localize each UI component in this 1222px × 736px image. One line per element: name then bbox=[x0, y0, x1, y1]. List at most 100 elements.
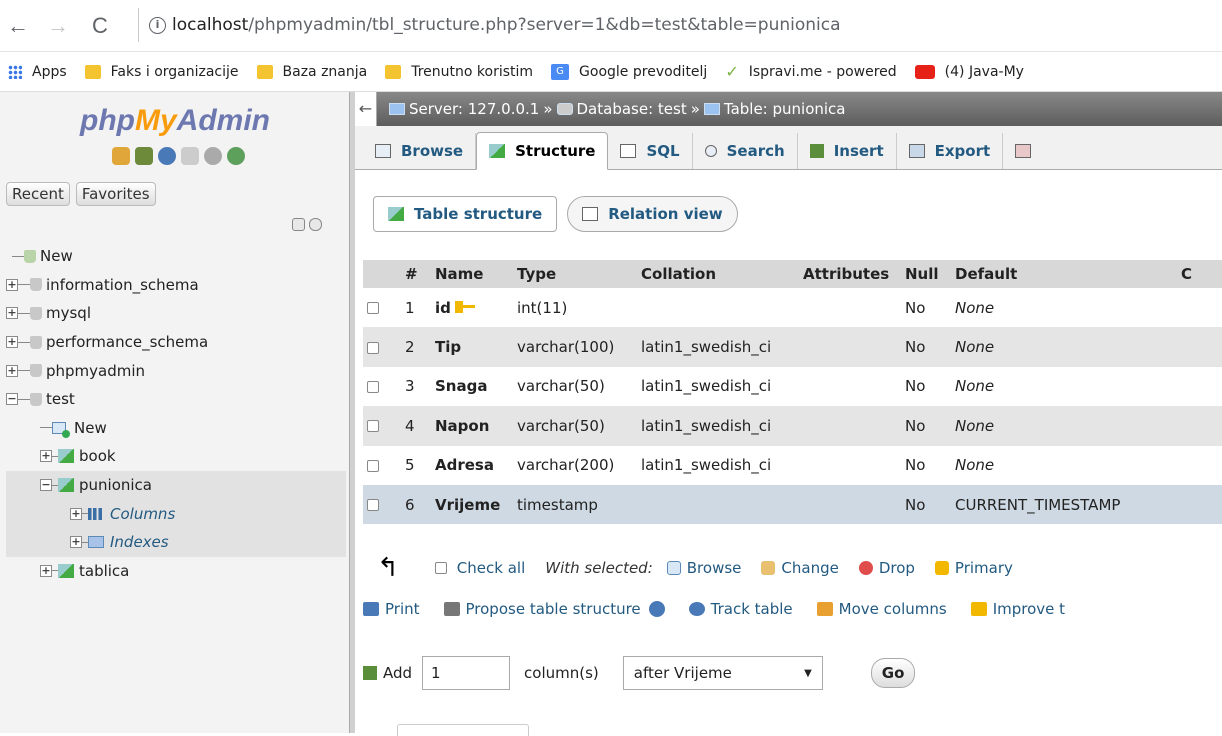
phpmyadmin-logo[interactable]: phpMyAdmin bbox=[0, 104, 350, 138]
help-icon[interactable] bbox=[648, 601, 665, 617]
tab-sql[interactable]: SQL bbox=[608, 133, 693, 169]
address-bar[interactable]: i localhost/phpmyadmin/tbl_structure.php… bbox=[138, 8, 1222, 42]
forward-arrow-icon[interactable]: → bbox=[44, 0, 72, 52]
row-checkbox[interactable] bbox=[367, 341, 379, 354]
check-all-checkbox[interactable] bbox=[434, 562, 447, 574]
change-selected-button[interactable]: Change bbox=[761, 559, 839, 577]
collapse-sidebar-arrow-icon[interactable]: ← bbox=[355, 92, 377, 126]
bookmark-apps[interactable]: Apps bbox=[8, 64, 67, 80]
table-row[interactable]: 2 Tip varchar(100) latin1_swedish_ci No … bbox=[363, 327, 1222, 367]
tree-db[interactable]: + phpmyadmin bbox=[6, 356, 346, 385]
help-icon[interactable] bbox=[158, 147, 176, 165]
gear-icon[interactable] bbox=[204, 147, 222, 165]
table-icon bbox=[58, 563, 74, 578]
table-row[interactable]: 5 Adresa varchar(200) latin1_swedish_ci … bbox=[363, 445, 1222, 485]
go-button[interactable]: Go bbox=[870, 658, 916, 688]
favorites-tab[interactable]: Favorites bbox=[75, 182, 156, 206]
tree-table-book[interactable]: + book bbox=[6, 442, 346, 471]
recent-tab[interactable]: Recent bbox=[6, 182, 70, 206]
col-header[interactable]: Collation bbox=[637, 260, 799, 288]
structure-icon bbox=[388, 207, 404, 221]
expand-icon[interactable]: + bbox=[40, 450, 52, 463]
column-position-select[interactable]: after Vrijeme ▼ bbox=[622, 656, 823, 690]
link-icon[interactable] bbox=[309, 218, 322, 231]
table-row[interactable]: 1 id int(11) No None bbox=[363, 288, 1222, 328]
bookmark-folder[interactable]: Baza znanja bbox=[256, 64, 367, 80]
col-header[interactable]: Null bbox=[901, 260, 951, 288]
info-icon[interactable]: i bbox=[149, 16, 166, 34]
breadcrumb-table[interactable]: Table: punionica bbox=[724, 100, 846, 118]
table-row[interactable]: 3 Snaga varchar(50) latin1_swedish_ci No… bbox=[363, 366, 1222, 407]
breadcrumb-database[interactable]: Database: test bbox=[577, 100, 687, 118]
check-all[interactable]: Check all bbox=[434, 559, 525, 577]
tree-db[interactable]: + mysql bbox=[6, 299, 346, 328]
home-icon[interactable] bbox=[112, 147, 130, 165]
row-checkbox[interactable] bbox=[367, 459, 379, 472]
row-checkbox[interactable] bbox=[367, 380, 379, 393]
col-header[interactable]: Attributes bbox=[799, 260, 901, 288]
reload-icon[interactable] bbox=[227, 147, 245, 165]
tab-more[interactable] bbox=[1003, 133, 1053, 169]
tab-structure[interactable]: Structure bbox=[476, 132, 609, 170]
print-link[interactable]: Print bbox=[363, 600, 420, 618]
collapse-icon[interactable]: − bbox=[40, 479, 52, 492]
expand-icon[interactable]: + bbox=[40, 564, 52, 577]
track-table-link[interactable]: Track table bbox=[688, 600, 793, 618]
expand-icon[interactable]: + bbox=[70, 507, 82, 520]
tree-db-test[interactable]: − test bbox=[6, 385, 346, 414]
tab-export[interactable]: Export bbox=[897, 133, 1004, 169]
collapse-icon[interactable]: − bbox=[6, 393, 18, 406]
move-columns-link[interactable]: Move columns bbox=[816, 600, 947, 618]
exit-icon[interactable] bbox=[135, 147, 153, 165]
back-arrow-icon[interactable]: ← bbox=[4, 0, 32, 52]
subtab-relation-view[interactable]: Relation view bbox=[567, 196, 738, 232]
import-icon bbox=[1015, 144, 1032, 158]
bookmark-google-translate[interactable]: G Google prevoditelj bbox=[551, 63, 707, 80]
col-header[interactable]: Type bbox=[513, 260, 637, 288]
tree-db[interactable]: + information_schema bbox=[6, 271, 346, 300]
tree-indexes[interactable]: + Indexes bbox=[6, 527, 346, 557]
tree-new[interactable]: New bbox=[6, 242, 346, 271]
expand-icon[interactable]: + bbox=[70, 536, 82, 549]
bookmark-ispravi[interactable]: ✓ Ispravi.me - powered bbox=[725, 62, 896, 81]
top-tabs: Browse Structure SQL Search Insert Expor… bbox=[355, 126, 1222, 170]
tree-db[interactable]: + performance_schema bbox=[6, 328, 346, 357]
tab-browse[interactable]: Browse bbox=[363, 133, 477, 169]
tab-insert[interactable]: Insert bbox=[798, 133, 897, 169]
bookmark-folder[interactable]: Trenutno koristim bbox=[385, 64, 533, 80]
drop-selected-button[interactable]: Drop bbox=[858, 559, 915, 577]
table-row[interactable]: 6 Vrijeme timestamp No CURRENT_TIMESTAMP bbox=[363, 484, 1222, 525]
breadcrumb-server[interactable]: Server: 127.0.0.1 bbox=[409, 100, 539, 118]
expand-icon[interactable]: + bbox=[6, 336, 18, 349]
add-label: Add bbox=[383, 664, 413, 682]
col-header[interactable]: C bbox=[1177, 260, 1222, 288]
col-header[interactable]: # bbox=[401, 260, 431, 288]
row-checkbox[interactable] bbox=[367, 499, 379, 512]
col-header[interactable]: Name bbox=[431, 260, 513, 288]
tree-columns[interactable]: + Columns bbox=[6, 499, 346, 528]
primary-selected-button[interactable]: Primary bbox=[934, 559, 1013, 577]
col-header[interactable]: Default bbox=[951, 260, 1177, 288]
partial-fieldset bbox=[397, 724, 529, 736]
table-operations: Print Propose table structure Track tabl… bbox=[355, 600, 1222, 618]
column-count-input[interactable]: 1 bbox=[422, 656, 511, 690]
tree-table-tablica[interactable]: + tablica bbox=[6, 557, 346, 586]
tree-table-punionica[interactable]: − punionica bbox=[6, 470, 346, 500]
improve-structure-link[interactable]: Improve t bbox=[970, 600, 1065, 618]
expand-icon[interactable]: + bbox=[6, 364, 18, 377]
row-checkbox[interactable] bbox=[367, 302, 379, 315]
tab-search[interactable]: Search bbox=[693, 133, 798, 169]
collapse-all-icon[interactable] bbox=[292, 218, 305, 231]
tree-test-new[interactable]: New bbox=[6, 414, 346, 443]
row-checkbox[interactable] bbox=[367, 420, 379, 433]
expand-icon[interactable]: + bbox=[6, 307, 18, 320]
propose-structure-link[interactable]: Propose table structure bbox=[443, 600, 665, 618]
bookmark-folder[interactable]: Faks i organizacije bbox=[84, 64, 239, 80]
table-row[interactable]: 4 Napon varchar(50) latin1_swedish_ci No… bbox=[363, 406, 1222, 446]
docs-icon[interactable] bbox=[181, 147, 199, 165]
browse-selected-button[interactable]: Browse bbox=[666, 559, 741, 577]
expand-icon[interactable]: + bbox=[6, 278, 18, 291]
bookmark-youtube[interactable]: (4) Java-My bbox=[914, 64, 1024, 80]
reload-icon[interactable]: C bbox=[86, 0, 114, 52]
subtab-table-structure[interactable]: Table structure bbox=[373, 196, 558, 232]
